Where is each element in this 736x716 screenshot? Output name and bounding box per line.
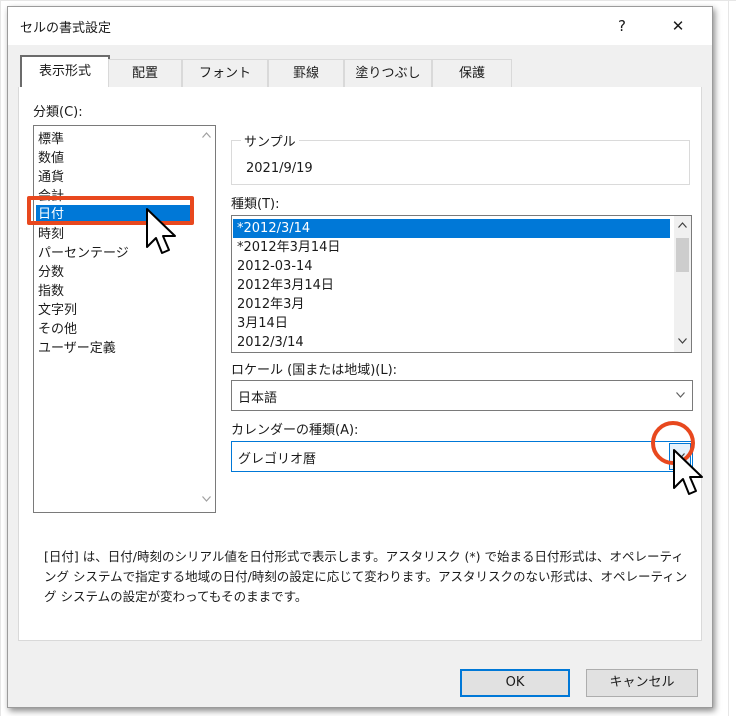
ok-button[interactable]: OK bbox=[460, 669, 570, 697]
category-item-special[interactable]: その他 bbox=[38, 320, 77, 339]
category-list[interactable]: 標準 数値 通貨 会計 日付 時刻 パーセンテージ 分数 指数 文字列 その他 … bbox=[33, 125, 216, 513]
cancel-button[interactable]: キャンセル bbox=[586, 669, 698, 697]
chevron-down-icon[interactable] bbox=[670, 383, 690, 406]
mouse-pointer-icon bbox=[673, 449, 703, 495]
category-item-percentage[interactable]: パーセンテージ bbox=[38, 244, 129, 263]
category-item-fraction[interactable]: 分数 bbox=[38, 263, 64, 282]
type-item[interactable]: *2012/3/14 bbox=[233, 219, 670, 238]
chevron-down-icon[interactable] bbox=[198, 494, 215, 505]
format-cells-dialog: セルの書式設定 ? ✕ 表示形式 配置 フォント 罫線 塗りつぶし 保護 分類(… bbox=[7, 6, 713, 708]
close-button[interactable]: ✕ bbox=[658, 11, 698, 41]
chevron-up-icon[interactable] bbox=[198, 130, 215, 141]
chevron-down-icon[interactable] bbox=[674, 336, 691, 347]
category-item-custom[interactable]: ユーザー定義 bbox=[38, 339, 116, 358]
tab-border[interactable]: 罫線 bbox=[268, 59, 344, 87]
format-description: [日付] は、日付/時刻のシリアル値を日付形式で表示します。アスタリスク (*)… bbox=[44, 549, 688, 604]
help-button[interactable]: ? bbox=[602, 11, 642, 41]
calendar-label: カレンダーの種類(A): bbox=[231, 423, 359, 438]
locale-select[interactable]: 日本語 bbox=[231, 380, 693, 411]
category-item-currency[interactable]: 通貨 bbox=[38, 168, 64, 187]
type-item[interactable]: 2012-03-14 bbox=[237, 257, 313, 276]
category-scrollbar[interactable] bbox=[198, 126, 215, 512]
dialog-title: セルの書式設定 bbox=[20, 21, 112, 36]
type-item[interactable]: 2012年3月14日 bbox=[237, 276, 334, 295]
sample-label: サンプル bbox=[241, 131, 299, 150]
scroll-thumb[interactable] bbox=[676, 238, 689, 272]
mouse-pointer-icon bbox=[146, 208, 176, 254]
tab-alignment[interactable]: 配置 bbox=[108, 59, 182, 87]
title-bar: セルの書式設定 ? ✕ bbox=[8, 7, 712, 45]
tab-protection[interactable]: 保護 bbox=[432, 59, 512, 87]
sample-value: 2021/9/19 bbox=[246, 161, 313, 176]
type-label: 種類(T): bbox=[231, 197, 280, 212]
chevron-up-icon[interactable] bbox=[674, 220, 691, 231]
category-item-text[interactable]: 文字列 bbox=[38, 301, 77, 320]
type-scrollbar[interactable] bbox=[674, 216, 691, 352]
locale-value: 日本語 bbox=[238, 391, 278, 406]
tab-fill[interactable]: 塗りつぶし bbox=[344, 59, 432, 87]
category-label: 分類(C): bbox=[33, 105, 83, 120]
category-item-time[interactable]: 時刻 bbox=[38, 225, 64, 244]
type-list[interactable]: *2012/3/14 *2012年3月14日 2012-03-14 2012年3… bbox=[231, 215, 692, 353]
category-item-scientific[interactable]: 指数 bbox=[38, 282, 64, 301]
type-item[interactable]: 2012/3/14 bbox=[237, 333, 304, 352]
calendar-value: グレゴリオ暦 bbox=[238, 452, 317, 467]
locale-label: ロケール (国または地域)(L): bbox=[231, 363, 398, 378]
category-item-general[interactable]: 標準 bbox=[38, 130, 64, 149]
type-item[interactable]: 3月14日 bbox=[237, 314, 288, 333]
category-item-number[interactable]: 数値 bbox=[38, 149, 64, 168]
type-item[interactable]: 2012年3月 bbox=[237, 295, 304, 314]
type-item[interactable]: *2012年3月14日 bbox=[237, 238, 340, 257]
calendar-select[interactable]: グレゴリオ暦 bbox=[231, 441, 693, 472]
tab-number[interactable]: 表示形式 bbox=[20, 55, 110, 89]
tab-font[interactable]: フォント bbox=[182, 59, 268, 87]
